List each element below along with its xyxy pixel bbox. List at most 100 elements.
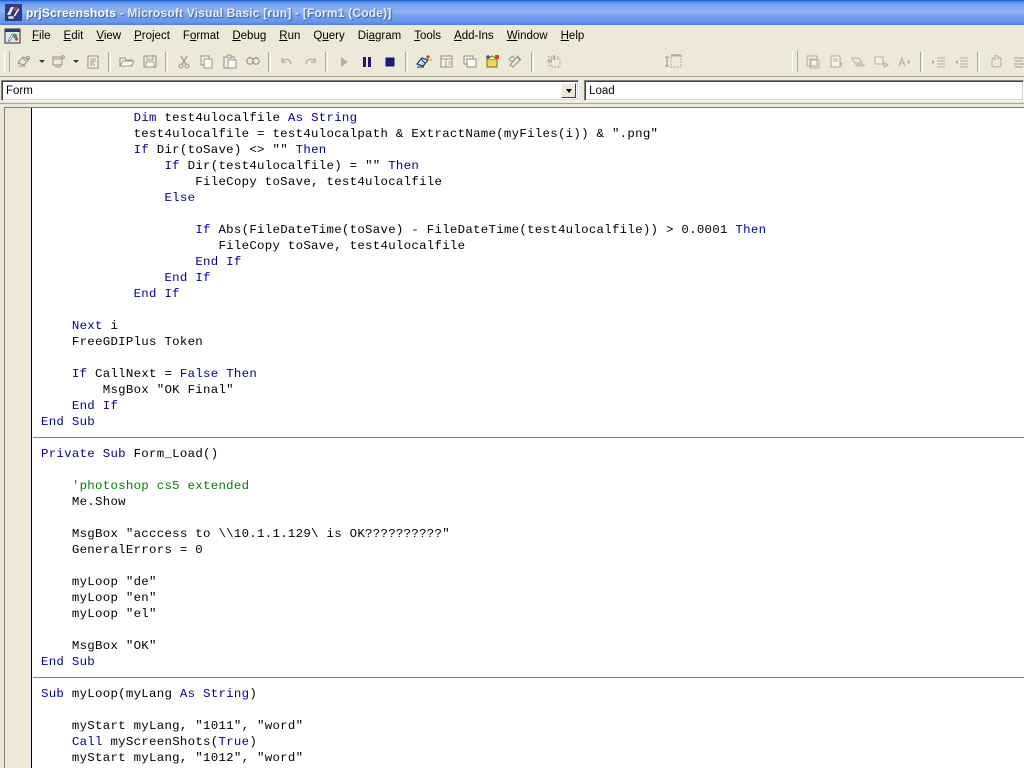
code-line [33, 670, 1024, 686]
code-line: If Dir(toSave) <> "" Then [133, 143, 327, 157]
menu-item-add-ins[interactable]: Add-Ins [448, 27, 501, 46]
end-stop-icon[interactable] [378, 51, 401, 73]
code-line: If CallNext = False Then [71, 367, 258, 381]
window-title: prjScreenshots - Microsoft Visual Basic … [26, 6, 392, 20]
add-form-dropdown-icon[interactable] [70, 51, 81, 73]
code-line: MsgBox "OK Final" [41, 383, 234, 397]
code-window-combo-bar: Form Load [0, 78, 1024, 102]
visual-component-mgr-icon[interactable] [824, 51, 847, 73]
database-designer-icon[interactable] [870, 51, 893, 73]
code-line: End If [133, 287, 180, 301]
menu-item-diagram[interactable]: Diagram [352, 27, 408, 46]
code-line: Sub myLoop(myLang As String) [41, 687, 258, 701]
object-browser-icon[interactable] [481, 51, 504, 73]
code-line: 'photoshop cs5 extended [41, 479, 250, 493]
save-project-icon[interactable] [138, 51, 161, 73]
start-run-icon[interactable] [332, 51, 355, 73]
copy-icon[interactable] [195, 51, 218, 73]
vb-form-icon[interactable] [4, 27, 22, 45]
menu-item-help[interactable]: Help [555, 27, 592, 46]
toolbar-grip[interactable] [4, 51, 10, 72]
standard-toolbar [0, 47, 1024, 77]
procedure-combo-value: Load [589, 84, 615, 97]
object-combo-box[interactable]: Form [1, 80, 580, 101]
code-line [33, 430, 1024, 446]
code-text-area[interactable]: Dim test4ulocalfile As String test4uloca… [33, 108, 1024, 768]
code-line: MsgBox "acccess to \\10.1.1.129\ is OK??… [41, 527, 450, 541]
form-size-indicator [656, 51, 696, 73]
font-size-icon[interactable] [893, 51, 916, 73]
code-line: Call myScreenShots(True) [71, 735, 258, 749]
toolbar-separator [325, 51, 328, 72]
object-combo-dropdown-icon[interactable] [561, 83, 577, 98]
menu-item-view[interactable]: View [90, 27, 128, 46]
cut-icon[interactable] [172, 51, 195, 73]
procedure-combo-box[interactable]: Load [584, 80, 1024, 101]
code-line: myLoop "de" [41, 575, 157, 589]
menu-item-window[interactable]: Window [501, 27, 555, 46]
title-bar: prjScreenshots - Microsoft Visual Basic … [0, 0, 1024, 25]
form-layout-icon[interactable] [458, 51, 481, 73]
object-combo-value: Form [6, 84, 33, 97]
code-line: myStart myLang, "1012", "word" [41, 751, 304, 765]
code-line: Else [164, 191, 196, 205]
toolbar-separator [405, 51, 408, 72]
code-line: Next i [71, 319, 119, 333]
code-line: myLoop "en" [41, 591, 157, 605]
find-icon[interactable] [241, 51, 264, 73]
sql-query-builder-icon[interactable] [847, 51, 870, 73]
window-title-rest: - Microsoft Visual Basic [run] - [Form1 … [116, 5, 392, 20]
code-line: FileCopy toSave, test4ulocalfile [41, 239, 466, 253]
code-line: MsgBox "OK" [41, 639, 157, 653]
code-line: End If [164, 271, 211, 285]
toolbar-separator [920, 51, 923, 72]
code-line: GeneralErrors = 0 [41, 543, 204, 557]
menu-item-run[interactable]: Run [273, 27, 307, 46]
menu-bar: File Edit View Project Format Debug Run … [0, 25, 1024, 47]
menu-item-project[interactable]: Project [128, 27, 177, 46]
toolbar-grip-right[interactable] [792, 51, 798, 72]
open-project-icon[interactable] [115, 51, 138, 73]
redo-icon[interactable] [298, 51, 321, 73]
add-standard-exe-icon[interactable] [13, 51, 36, 73]
align-list-icon[interactable] [1007, 51, 1024, 73]
vb6-ide-window: prjScreenshots - Microsoft Visual Basic … [0, 0, 1024, 768]
menu-item-query[interactable]: Query [307, 27, 351, 46]
code-line: myLoop "el" [41, 607, 157, 621]
paste-icon[interactable] [218, 51, 241, 73]
add-standard-exe-dropdown-icon[interactable] [36, 51, 47, 73]
menu-item-file[interactable]: File [26, 27, 58, 46]
menu-item-edit[interactable]: Edit [58, 27, 91, 46]
menu-editor-icon[interactable] [81, 51, 104, 73]
code-line: Me.Show [41, 495, 126, 509]
add-form-icon[interactable] [47, 51, 70, 73]
code-line: If Abs(FileDateTime(toSave) - FileDateTi… [195, 223, 767, 237]
indent-increase-icon[interactable] [927, 51, 950, 73]
form-position-indicator [538, 51, 578, 73]
undo-icon[interactable] [275, 51, 298, 73]
menu-item-debug[interactable]: Debug [226, 27, 273, 46]
project-explorer-icon[interactable] [412, 51, 435, 73]
break-pause-icon[interactable] [355, 51, 378, 73]
code-frame: Dim test4ulocalfile As String test4uloca… [4, 107, 1024, 768]
menu-item-tools[interactable]: Tools [408, 27, 448, 46]
code-line: End Sub [41, 415, 96, 429]
code-line: FileCopy toSave, test4ulocalfile [41, 175, 443, 189]
indent-decrease-icon[interactable] [950, 51, 973, 73]
procedure-separator [33, 677, 1024, 678]
toolbox-icon[interactable] [504, 51, 527, 73]
code-line: End If [195, 255, 242, 269]
properties-window-icon[interactable] [435, 51, 458, 73]
menu-item-format[interactable]: Format [177, 27, 226, 46]
code-window: Dim test4ulocalfile As String test4uloca… [0, 103, 1024, 768]
data-view-window-icon[interactable] [801, 51, 824, 73]
hand-pan-icon[interactable] [984, 51, 1007, 73]
code-line: End If [71, 399, 119, 413]
code-lines: Dim test4ulocalfile As String test4uloca… [33, 110, 1024, 766]
code-margin-indicator-bar[interactable] [5, 108, 32, 768]
code-line: Dim test4ulocalfile As String [133, 111, 358, 125]
